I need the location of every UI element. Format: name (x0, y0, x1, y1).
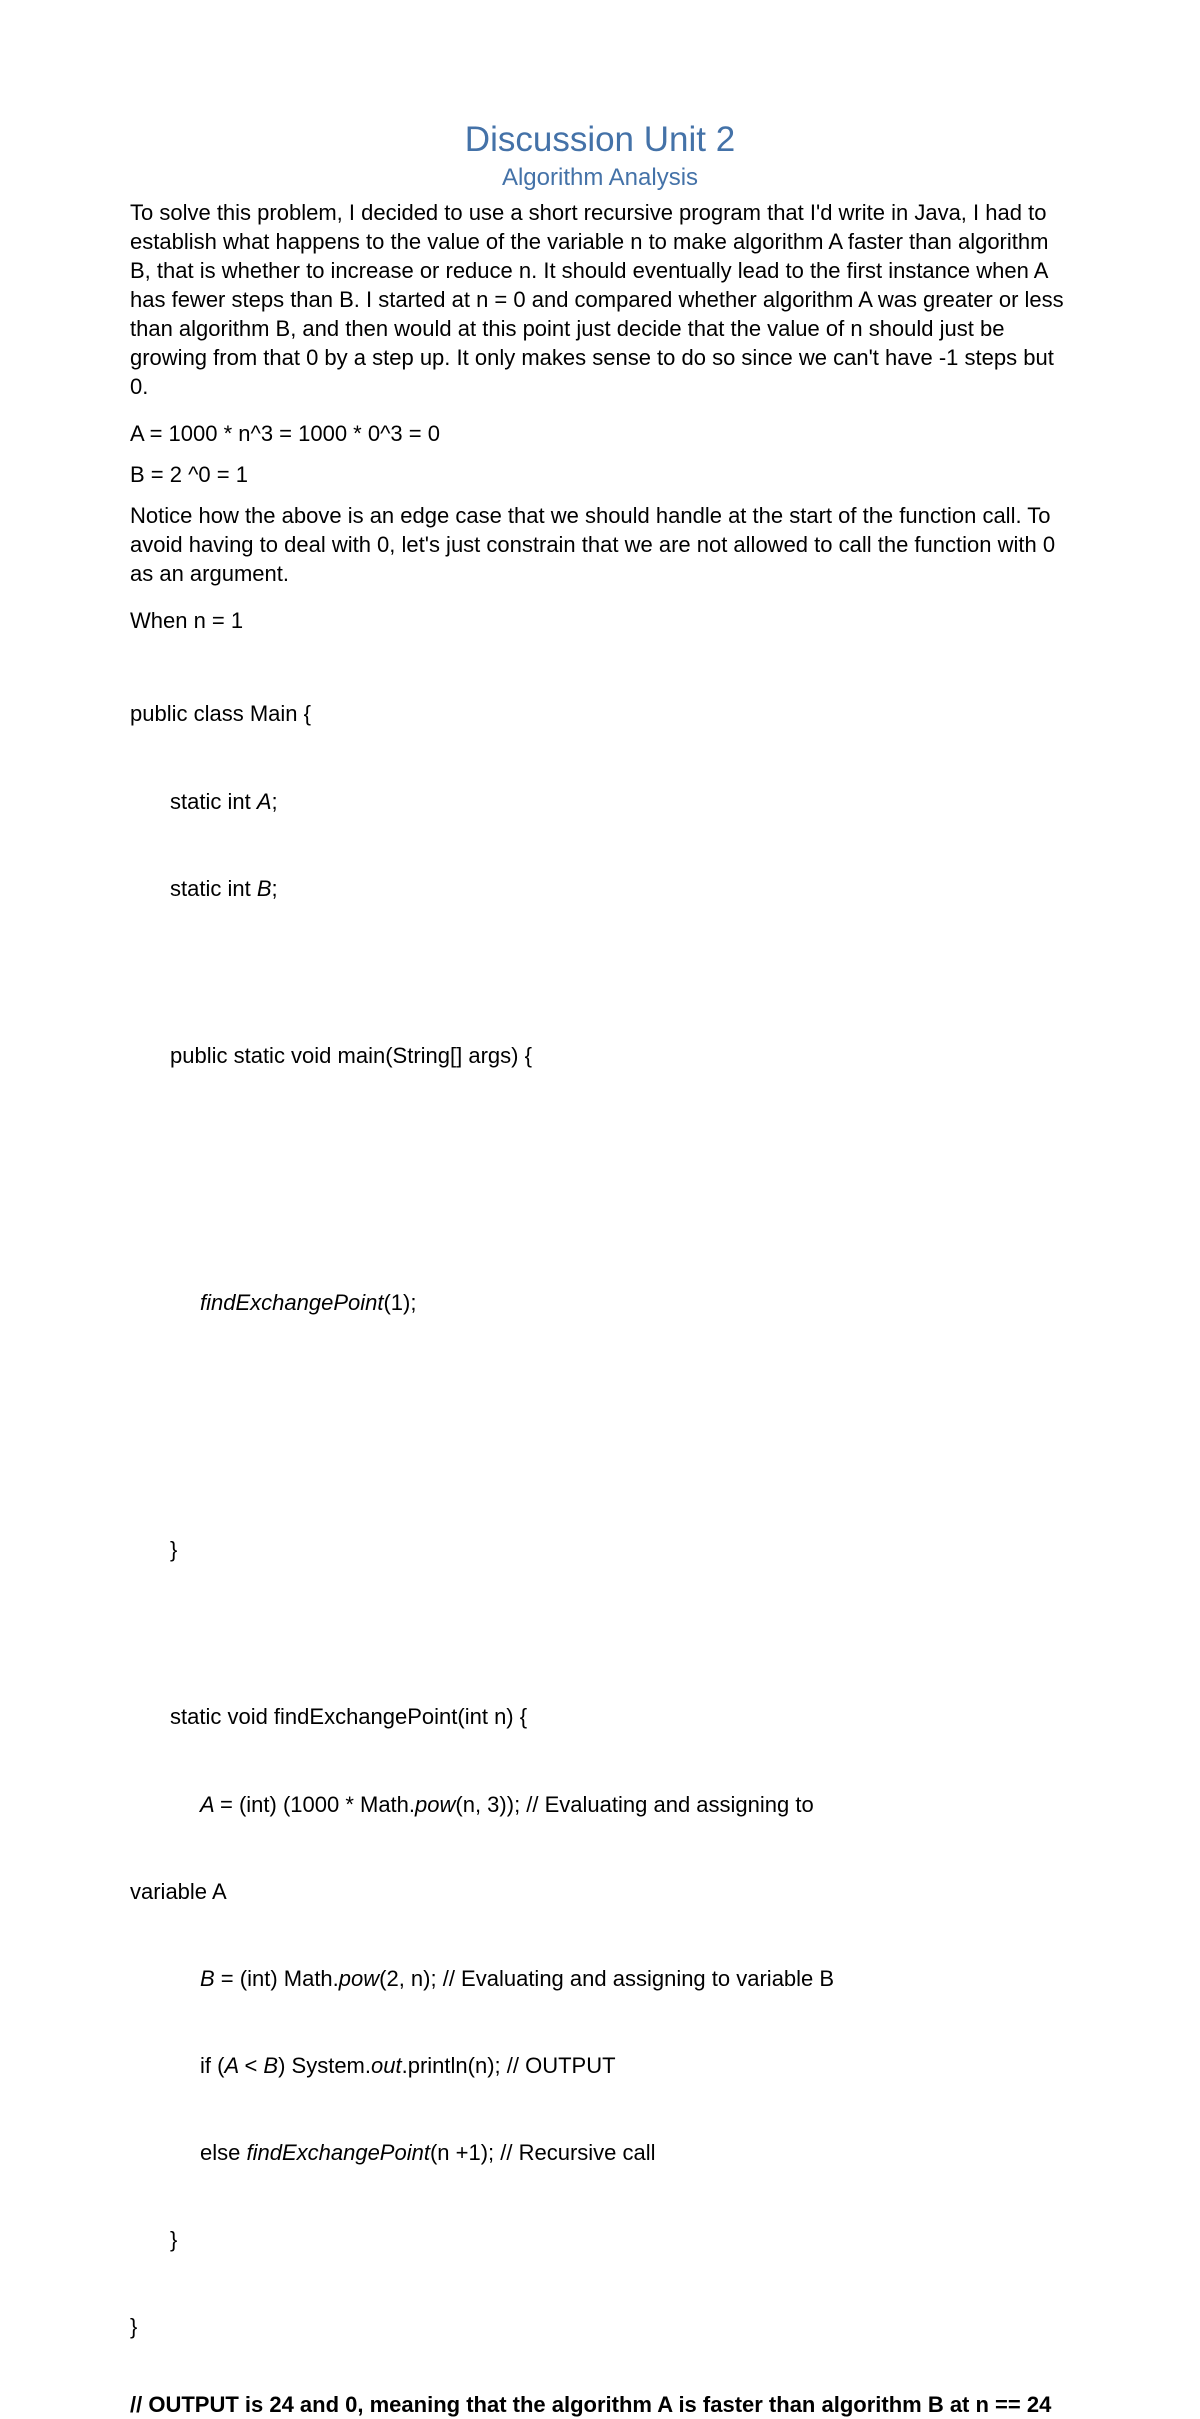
code-line: variable A (130, 1877, 1070, 1906)
equation-a: A = 1000 * n^3 = 1000 * 0^3 = 0 (130, 419, 1070, 448)
code-line: static int A; (130, 787, 1070, 816)
document-subtitle: Algorithm Analysis (130, 164, 1070, 192)
code-line: static int B; (130, 874, 1070, 903)
code-line: else findExchangePoint(n +1); // Recursi… (130, 2138, 1070, 2167)
code-line: } (130, 2312, 1070, 2341)
output-comment: // OUTPUT is 24 and 0, meaning that the … (130, 2390, 1070, 2419)
code-line: public class Main { (130, 699, 1070, 728)
edge-case-paragraph: Notice how the above is an edge case tha… (130, 501, 1070, 588)
code-line: } (130, 1535, 1070, 1564)
when-n-line: When n = 1 (130, 606, 1070, 635)
code-line: A = (int) (1000 * Math.pow(n, 3)); // Ev… (130, 1790, 1070, 1819)
code-line: findExchangePoint(1); (130, 1288, 1070, 1317)
code-line: } (130, 2225, 1070, 2254)
intro-paragraph: To solve this problem, I decided to use … (130, 198, 1070, 401)
equation-b: B = 2 ^0 = 1 (130, 460, 1070, 489)
code-line: static void findExchangePoint(int n) { (130, 1702, 1070, 1731)
code-block: public class Main { static int A; static… (130, 641, 1070, 2370)
code-line: public static void main(String[] args) { (130, 1041, 1070, 1070)
code-line: B = (int) Math.pow(2, n); // Evaluating … (130, 1964, 1070, 1993)
code-line: if (A < B) System.out.println(n); // OUT… (130, 2051, 1070, 2080)
document-title: Discussion Unit 2 (130, 120, 1070, 160)
